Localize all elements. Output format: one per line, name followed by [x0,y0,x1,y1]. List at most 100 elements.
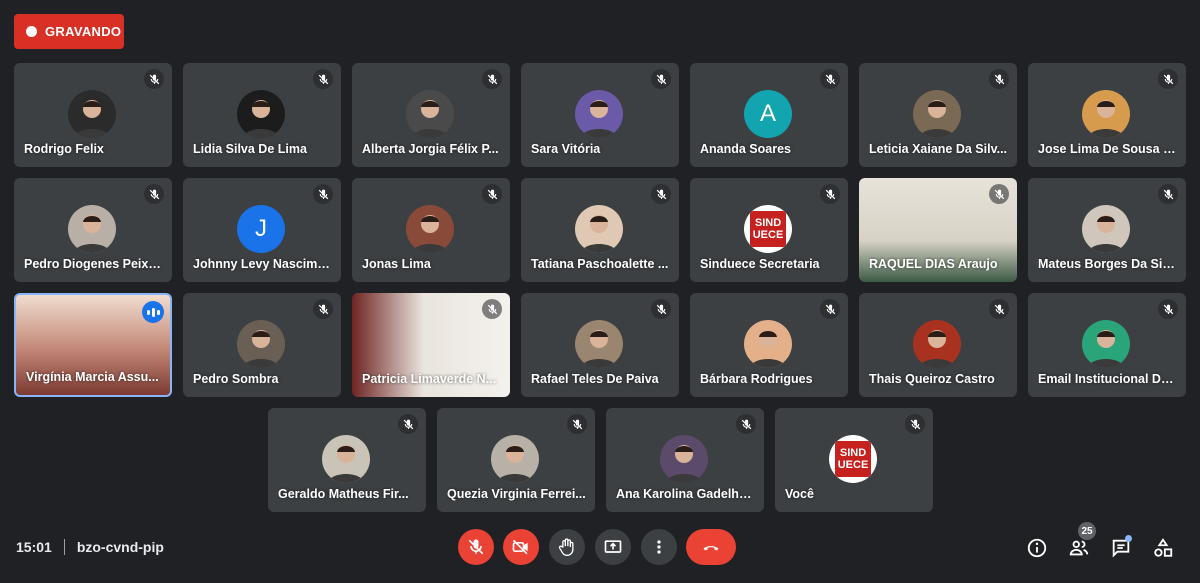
participant-tile-alberta-jorgia-felix-p[interactable]: Alberta Jorgia Félix P... [352,63,510,167]
participant-tile-sinduece-secretaria[interactable]: SIND UECE Sinduece Secretaria [690,178,848,282]
sinduece-logo-text: SIND UECE [744,205,792,253]
participant-name: Virgínia Marcia Assu... [26,370,159,384]
avatar [575,320,623,368]
meeting-info-button[interactable] [1025,536,1049,560]
muted-indicator [1158,184,1178,204]
mic-off-icon [487,74,497,84]
participant-tile-pedro-sombra[interactable]: Pedro Sombra [183,293,341,397]
participant-name: Jose Lima De Sousa J... [1038,142,1178,156]
mic-off-icon [994,189,1004,199]
avatar [1082,320,1130,368]
participant-tile-virginia-marcia-assu[interactable]: Virgínia Marcia Assu... [14,293,172,397]
meeting-time: 15:01 [16,539,52,555]
participant-tile-johnny-levy-nascime[interactable]: J Johnny Levy Nascime... [183,178,341,282]
raise-hand-button[interactable] [549,529,585,565]
mic-off-icon [656,189,666,199]
participant-tile-mateus-borges-da-silva[interactable]: Mateus Borges Da Silva [1028,178,1186,282]
participant-tile-rafael-teles-de-paiva[interactable]: Rafael Teles De Paiva [521,293,679,397]
participant-tile-email-institucional-do[interactable]: Email Institucional Do... [1028,293,1186,397]
participant-tile-rodrigo-felix[interactable]: Rodrigo Felix [14,63,172,167]
participant-name: Leticia Xaiane Da Silv... [869,142,1008,156]
participant-tile-barbara-rodrigues[interactable]: Bárbara Rodrigues [690,293,848,397]
mic-off-icon [149,74,159,84]
participant-name: Mateus Borges Da Silva [1038,257,1178,271]
mic-off-icon [403,419,413,429]
meeting-code: bzo-cvnd-pip [76,539,164,555]
participant-tile-pedro-diogenes-peixo[interactable]: Pedro Diogenes Peixo... [14,178,172,282]
participant-tile-leticia-xaiane-da-silv[interactable]: Leticia Xaiane Da Silv... [859,63,1017,167]
participant-tile-tatiana-paschoalette[interactable]: Tatiana Paschoalette ... [521,178,679,282]
participant-tile-voce[interactable]: SIND UECE Você [775,408,933,512]
participant-name: Bárbara Rodrigues [700,372,813,386]
mic-off-icon [318,304,328,314]
speaking-indicator-icon [142,301,164,323]
muted-indicator [398,414,418,434]
participant-tile-jonas-lima[interactable]: Jonas Lima [352,178,510,282]
participant-tile-raquel-dias-araujo[interactable]: RAQUEL DIAS Araujo [859,178,1017,282]
mic-toggle-button[interactable] [458,529,494,565]
activities-button[interactable] [1151,536,1175,560]
camera-toggle-button[interactable] [503,529,539,565]
participant-name: Sinduece Secretaria [700,257,820,271]
muted-indicator [482,184,502,204]
avatar [491,435,539,483]
mic-off-icon [994,74,1004,84]
mic-off-icon [656,74,666,84]
mic-off-icon [1163,189,1173,199]
muted-indicator [313,69,333,89]
participant-name: Alberta Jorgia Félix P... [362,142,499,156]
chat-notification-dot [1125,535,1132,542]
mic-off-icon [318,189,328,199]
avatar [406,205,454,253]
recording-label: GRAVANDO [45,24,122,39]
muted-indicator [313,299,333,319]
sinduece-logo-text: SIND UECE [829,435,877,483]
avatar [1082,205,1130,253]
participant-tile-sara-vitoria[interactable]: Sara Vitória [521,63,679,167]
muted-indicator [651,299,671,319]
avatar: A [744,90,792,138]
present-screen-button[interactable] [595,529,631,565]
participant-tile-patricia-limaverde-n[interactable]: Patricia Limaverde N... [352,293,510,397]
muted-indicator [989,69,1009,89]
muted-indicator [144,184,164,204]
participant-tile-jose-lima-de-sousa-j[interactable]: Jose Lima De Sousa J... [1028,63,1186,167]
mic-off-icon [825,74,835,84]
avatar-initial: A [759,100,776,127]
people-icon [1069,540,1089,556]
mic-off-icon [149,189,159,199]
participant-name: Ana Karolina Gadelha ... [616,487,756,501]
participant-name: Você [785,487,814,501]
muted-indicator [820,184,840,204]
participant-tile-ana-karolina-gadelha[interactable]: Ana Karolina Gadelha ... [606,408,764,512]
mic-off-icon [1163,304,1173,314]
participant-name: Rafael Teles De Paiva [531,372,659,386]
camera-off-icon [512,539,528,555]
end-call-button[interactable] [686,529,736,565]
muted-indicator [905,414,925,434]
record-dot-icon [26,26,37,37]
participant-tile-ananda-soares[interactable]: A Ananda Soares [690,63,848,167]
avatar [744,320,792,368]
mic-off-icon [656,304,666,314]
participant-name: Tatiana Paschoalette ... [531,257,669,271]
mic-off-icon [487,189,497,199]
avatar [237,320,285,368]
recording-indicator: GRAVANDO [14,14,124,49]
muted-indicator [1158,299,1178,319]
mic-off-icon [741,419,751,429]
muted-indicator [820,299,840,319]
avatar [68,205,116,253]
muted-indicator [989,184,1009,204]
participant-tile-lidia-silva-de-lima[interactable]: Lidia Silva De Lima [183,63,341,167]
participant-tile-geraldo-matheus-fir[interactable]: Geraldo Matheus Fir... [268,408,426,512]
more-options-button[interactable] [641,529,677,565]
muted-indicator [144,69,164,89]
divider [63,539,65,555]
logo-line-1: SIND [754,217,782,229]
participant-tile-thais-queiroz-castro[interactable]: Thais Queiroz Castro [859,293,1017,397]
mic-off-icon [825,189,835,199]
participant-tile-quezia-virginia-ferrei[interactable]: Quezia Virginia Ferrei... [437,408,595,512]
avatar-initial: J [255,215,267,242]
participant-name: Jonas Lima [362,257,431,271]
